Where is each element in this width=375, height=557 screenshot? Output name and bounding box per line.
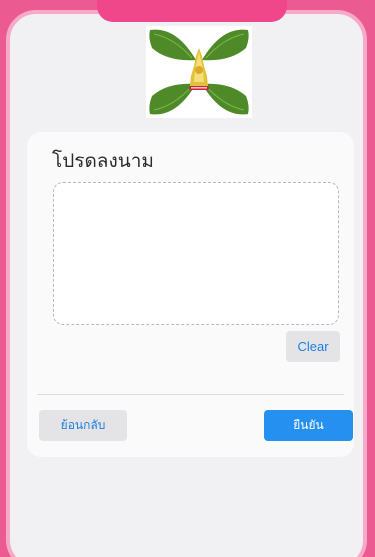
back-button[interactable]: ย้อนกลับ (39, 410, 127, 441)
signature-card: โปรดลงนาม Clear ย้อนกลับ ยืนยัน (27, 132, 354, 457)
university-emblem-icon (146, 26, 252, 118)
signature-pad[interactable] (53, 182, 339, 325)
signature-prompt-title: โปรดลงนาม (52, 150, 154, 172)
top-notch (97, 0, 287, 22)
phone-screen: โปรดลงนาม Clear ย้อนกลับ ยืนยัน (6, 10, 367, 557)
confirm-button[interactable]: ยืนยัน (264, 410, 353, 441)
divider (37, 394, 344, 395)
clear-button[interactable]: Clear (286, 331, 340, 362)
